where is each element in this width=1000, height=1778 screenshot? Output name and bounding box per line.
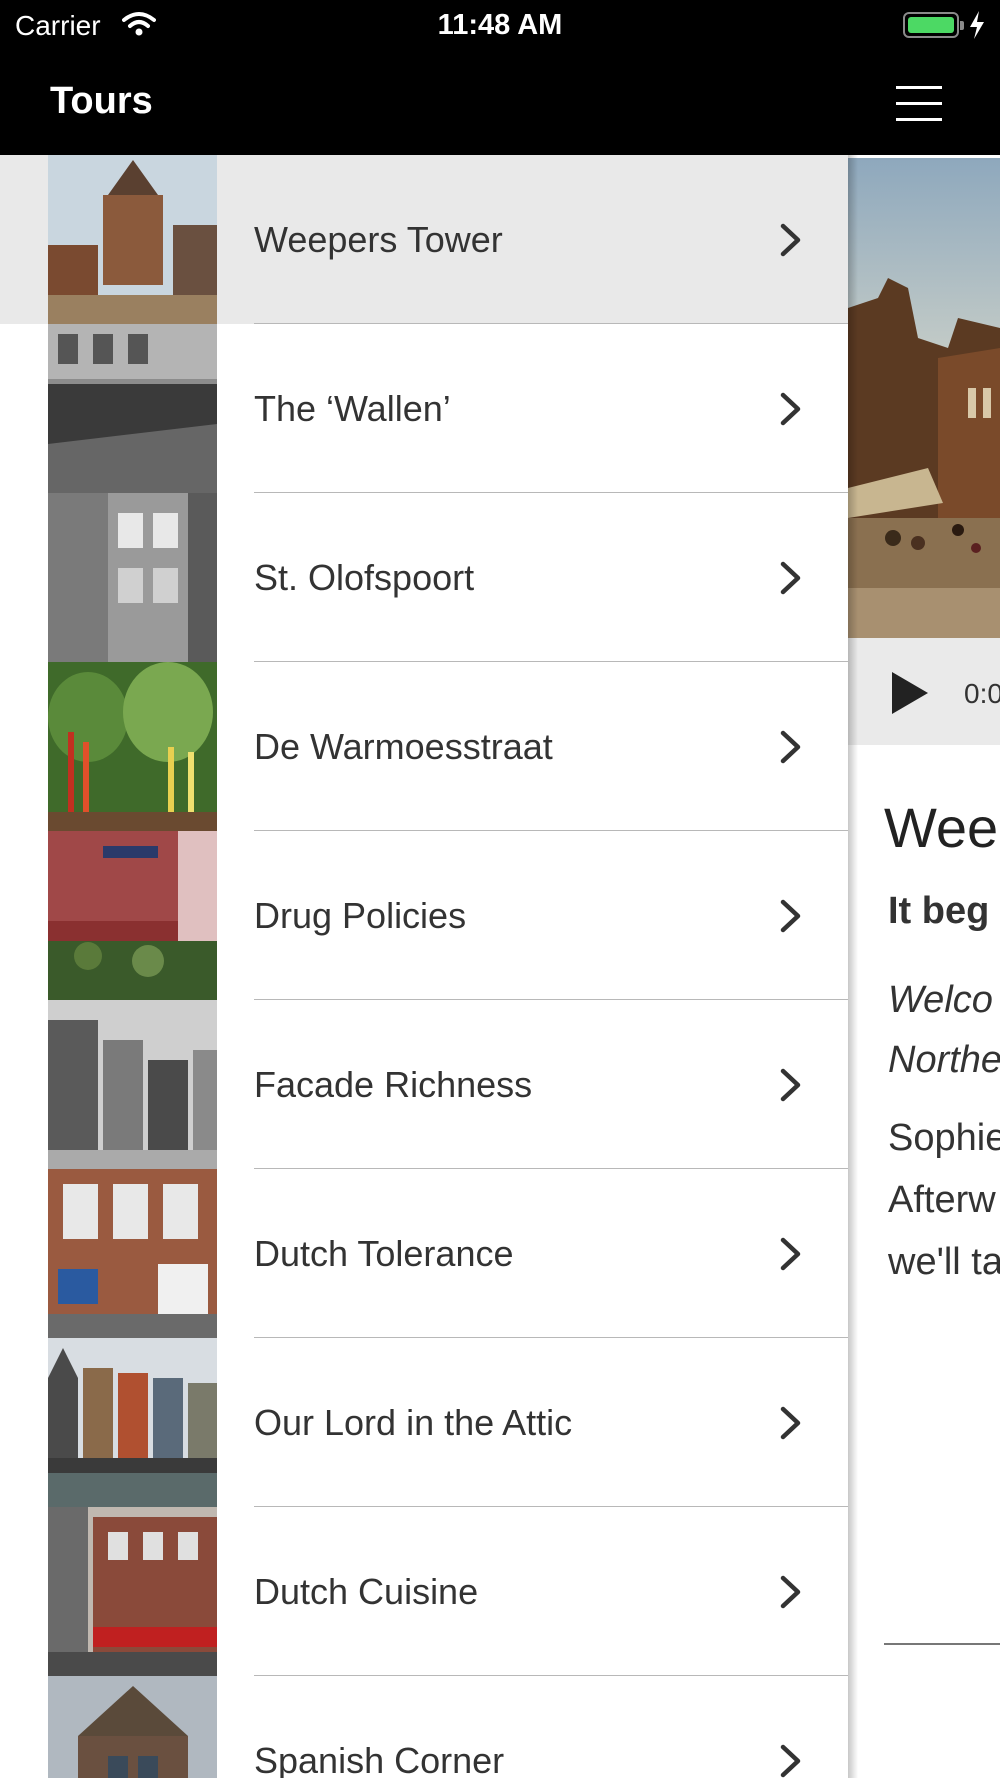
charging-bolt-icon bbox=[970, 11, 984, 39]
tour-row-label: The ‘Wallen’ bbox=[254, 388, 451, 429]
status-bar: Carrier 11:48 AM bbox=[0, 0, 1000, 50]
page-title: Tours bbox=[50, 80, 153, 122]
tour-thumbnail bbox=[48, 1507, 217, 1676]
tour-row[interactable]: De Warmoesstraat bbox=[0, 662, 848, 831]
tour-intro: Welco Northe bbox=[888, 979, 1000, 1081]
tour-row[interactable]: Spanish Corner bbox=[0, 1676, 848, 1778]
tour-row[interactable]: Dutch Tolerance bbox=[0, 1169, 848, 1338]
tour-body: Sophie Afterw we'll ta bbox=[888, 1117, 1000, 1283]
tour-thumbnail bbox=[48, 1169, 217, 1338]
chevron-right-icon bbox=[780, 1406, 801, 1440]
clock: 11:48 AM bbox=[437, 9, 563, 41]
tour-thumbnail bbox=[48, 831, 217, 1000]
tour-row-label: Facade Richness bbox=[254, 1064, 533, 1105]
tour-row[interactable]: Facade Richness bbox=[0, 1000, 848, 1169]
divider bbox=[884, 1643, 1000, 1645]
tour-thumbnail bbox=[48, 662, 217, 831]
tour-row[interactable]: Dutch Cuisine bbox=[0, 1507, 848, 1676]
tour-lead: It beg bbox=[888, 890, 990, 932]
chevron-right-icon bbox=[780, 223, 801, 257]
chevron-right-icon bbox=[780, 1575, 801, 1609]
tour-row-label: Dutch Tolerance bbox=[254, 1233, 514, 1274]
navigation-bar: Tours bbox=[0, 50, 1000, 155]
tour-row-label: Spanish Corner bbox=[254, 1740, 505, 1778]
chevron-right-icon bbox=[780, 561, 801, 595]
tour-row-label: St. Olofspoort bbox=[254, 557, 475, 598]
panel-shadow bbox=[848, 155, 858, 1778]
chevron-right-icon bbox=[780, 899, 801, 933]
tour-row[interactable]: St. Olofspoort bbox=[0, 493, 848, 662]
chevron-right-icon bbox=[780, 730, 801, 764]
tour-row-label: Drug Policies bbox=[254, 895, 467, 936]
tour-row[interactable]: Weepers Tower bbox=[0, 155, 848, 324]
tour-row[interactable]: Our Lord in the Attic bbox=[0, 1338, 848, 1507]
battery-icon bbox=[903, 12, 964, 38]
hero-image bbox=[848, 158, 1000, 638]
chevron-right-icon bbox=[780, 1744, 801, 1778]
tour-row[interactable]: Drug Policies bbox=[0, 831, 848, 1000]
chevron-right-icon bbox=[780, 1068, 801, 1102]
tour-row-label: Our Lord in the Attic bbox=[254, 1402, 573, 1443]
tour-detail-panel: 0:0 Wee It beg Welco Northe Sophie After… bbox=[848, 155, 1000, 1778]
play-icon[interactable] bbox=[890, 670, 930, 716]
tour-thumbnail bbox=[48, 324, 217, 493]
chevron-right-icon bbox=[780, 392, 801, 426]
tour-thumbnail bbox=[48, 1676, 217, 1778]
tour-thumbnail bbox=[48, 1338, 217, 1507]
tour-title: Wee bbox=[884, 796, 999, 859]
hamburger-menu-icon bbox=[896, 86, 942, 89]
menu-button[interactable] bbox=[884, 78, 954, 128]
audio-player: 0:0 bbox=[848, 638, 1000, 745]
tour-row-label: Dutch Cuisine bbox=[254, 1571, 479, 1612]
tour-thumbnail bbox=[48, 1000, 217, 1169]
chevron-right-icon bbox=[780, 1237, 801, 1271]
tour-row-label: Weepers Tower bbox=[254, 219, 503, 260]
tour-row-label: De Warmoesstraat bbox=[254, 726, 553, 767]
tour-list[interactable]: Weepers Tower The ‘Wallen’ St. Olofspoort D… bbox=[0, 155, 848, 1778]
tour-row[interactable]: The ‘Wallen’ bbox=[0, 324, 848, 493]
playback-time: 0:0 bbox=[964, 678, 1000, 709]
tour-thumbnail bbox=[48, 155, 217, 324]
tour-thumbnail bbox=[48, 493, 217, 662]
